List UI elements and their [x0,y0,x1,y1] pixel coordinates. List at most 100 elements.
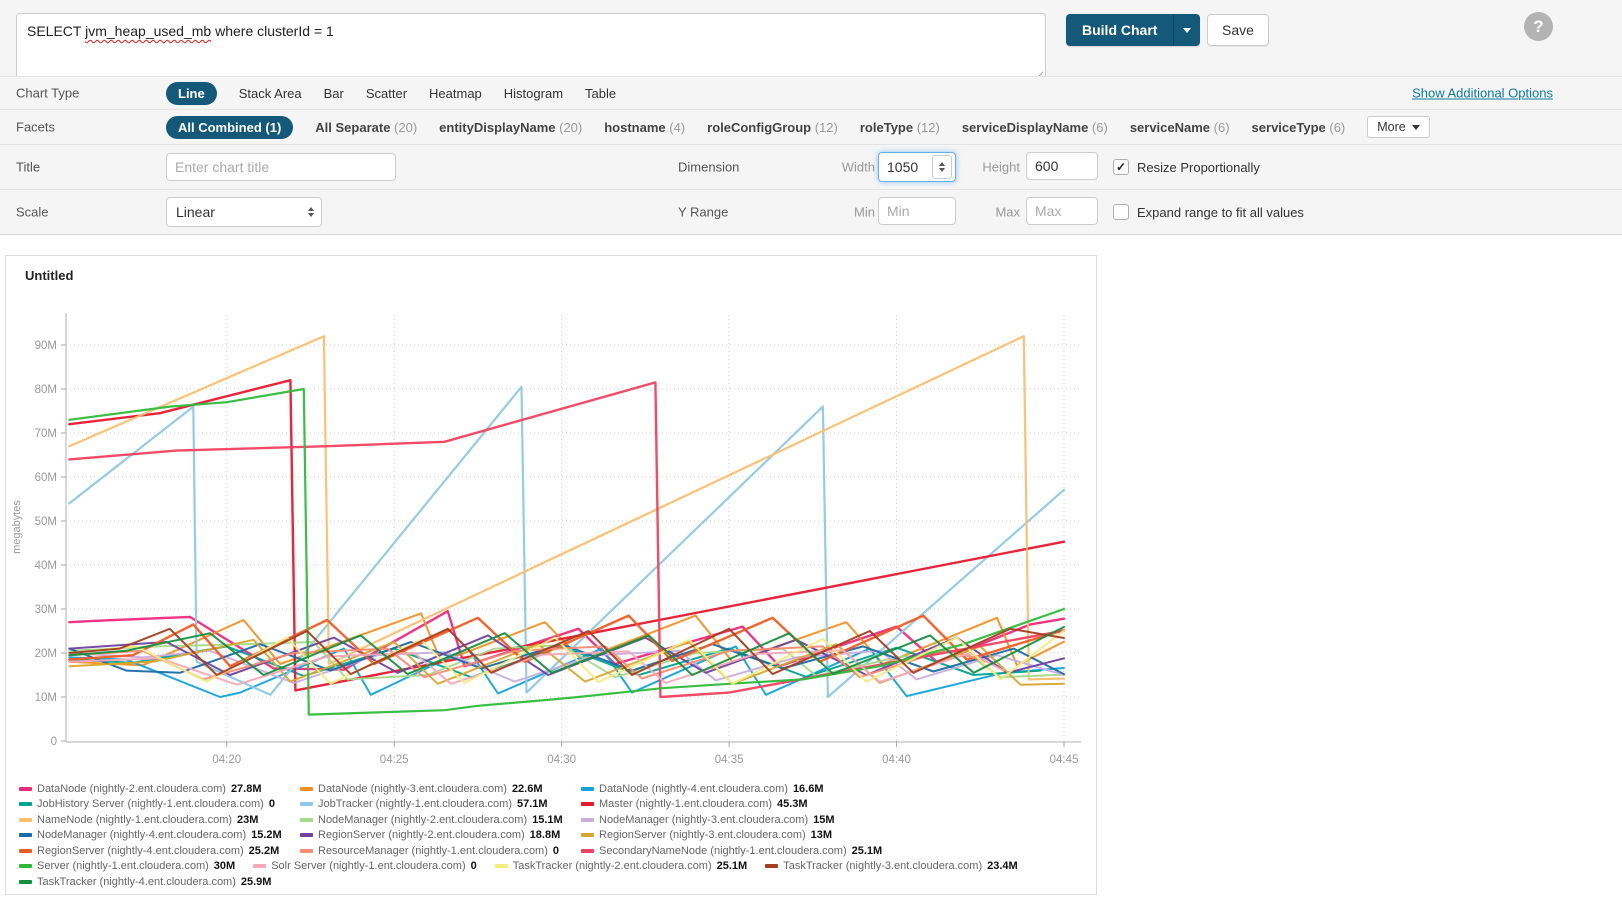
legend-item-datanode-nightly-3-ent-cloudera-com[interactable]: DataNode (nightly-3.ent.cloudera.com)22.… [300,783,581,795]
legend-item-tasktracker-nightly-4-ent-cloudera-com[interactable]: TaskTracker (nightly-4.ent.cloudera.com)… [19,876,300,888]
chart-builder-panel: SELECT jvm_heap_used_mb where clusterId … [0,0,1622,235]
width-stepper[interactable] [932,155,952,179]
min-label: Min [790,205,875,220]
legend-series-name: NodeManager (nightly-4.ent.cloudera.com) [37,829,246,841]
width-input[interactable]: 1050 [878,152,956,182]
legend-swatch-icon [581,849,594,853]
legend-item-jobhistory-server-nightly-1-ent-cloudera-com[interactable]: JobHistory Server (nightly-1.ent.clouder… [19,798,300,810]
y-tick-label: 30M [35,604,57,616]
chart-type-label: Chart Type [16,86,79,101]
facet-roleconfiggroup[interactable]: roleConfigGroup (12) [707,120,838,135]
chart-type-table[interactable]: Table [585,86,616,101]
height-input [1026,152,1098,180]
legend-item-server-nightly-1-ent-cloudera-com[interactable]: Server (nightly-1.ent.cloudera.com)30M [19,860,235,872]
resize-proportionally-checkbox[interactable] [1113,159,1129,175]
build-chart-button[interactable]: Build Chart [1066,14,1173,46]
facet-hostname[interactable]: hostname (4) [604,120,685,135]
legend-item-datanode-nightly-4-ent-cloudera-com[interactable]: DataNode (nightly-4.ent.cloudera.com)16.… [581,783,862,795]
chart-type-heatmap[interactable]: Heatmap [429,86,482,101]
legend-item-regionserver-nightly-4-ent-cloudera-com[interactable]: RegionServer (nightly-4.ent.cloudera.com… [19,845,300,857]
legend-series-value: 15.1M [532,814,563,826]
legend-swatch-icon [19,833,32,837]
chart-type-stack-area[interactable]: Stack Area [239,86,302,101]
chart-type-row: Chart Type Line Stack Area Bar Scatter Heatm… [0,76,1622,109]
legend-series-value: 25.2M [249,845,280,857]
chart-type-bar[interactable]: Bar [324,86,344,101]
y-min-input[interactable] [878,197,956,225]
legend-row: JobHistory Server (nightly-1.ent.clouder… [19,797,1096,813]
query-input[interactable]: SELECT jvm_heap_used_mb where clusterId … [16,13,1046,81]
facet-all-separate[interactable]: All Separate (20) [315,120,417,135]
legend-series-value: 16.6M [793,783,824,795]
legend-series-name: Solr Server (nightly-1.ent.cloudera.com) [271,860,465,872]
facets-row: Facets All Combined (1)All Separate (20)… [0,109,1622,144]
chart-type-line[interactable]: Line [166,82,217,105]
legend-series-name: RegionServer (nightly-4.ent.cloudera.com… [37,845,244,857]
legend-series-value: 25.1M [717,860,748,872]
legend-item-nodemanager-nightly-4-ent-cloudera-com[interactable]: NodeManager (nightly-4.ent.cloudera.com)… [19,829,300,841]
facet-roletype[interactable]: roleType (12) [860,120,940,135]
legend-swatch-icon [581,833,594,837]
legend-swatch-icon [581,818,594,822]
legend-item-secondarynamenode-nightly-1-ent-cloudera-com[interactable]: SecondaryNameNode (nightly-1.ent.clouder… [581,845,862,857]
facet-entitydisplayname[interactable]: entityDisplayName (20) [439,120,582,135]
legend-item-nodemanager-nightly-2-ent-cloudera-com[interactable]: NodeManager (nightly-2.ent.cloudera.com)… [300,814,581,826]
legend-item-namenode-nightly-1-ent-cloudera-com[interactable]: NameNode (nightly-1.ent.cloudera.com)23M [19,814,300,826]
legend-item-regionserver-nightly-2-ent-cloudera-com[interactable]: RegionServer (nightly-2.ent.cloudera.com… [300,829,581,841]
legend-swatch-icon [300,833,313,837]
chart-plot[interactable]: 010M20M30M40M50M60M70M80M90M04:2004:2504… [6,283,1096,775]
legend-swatch-icon [19,880,32,884]
legend-item-master-nightly-1-ent-cloudera-com[interactable]: Master (nightly-1.ent.cloudera.com)45.3M [581,798,862,810]
chart-type-histogram[interactable]: Histogram [504,86,563,101]
expand-range-checkbox[interactable] [1113,204,1129,220]
y-max-input[interactable] [1026,197,1098,225]
legend-item-solr-server-nightly-1-ent-cloudera-com[interactable]: Solr Server (nightly-1.ent.cloudera.com)… [253,860,477,872]
legend-series-value: 0 [269,798,275,810]
facet-servicename[interactable]: serviceName (6) [1130,120,1230,135]
build-chart-menu-button[interactable] [1173,14,1200,46]
legend-swatch-icon [253,864,266,868]
legend-series-name: TaskTracker (nightly-2.ent.cloudera.com) [513,860,712,872]
y-tick-label: 20M [35,648,57,660]
chart-title: Untitled [6,256,1096,283]
resize-proportionally-label: Resize Proportionally [1137,160,1260,175]
legend-swatch-icon [495,864,508,868]
legend-series-value: 27.8M [231,783,262,795]
show-additional-options-link[interactable]: Show Additional Options [1412,86,1553,101]
facet-servicedisplayname[interactable]: serviceDisplayName (6) [962,120,1108,135]
save-button[interactable]: Save [1207,14,1269,46]
legend-row: NodeManager (nightly-4.ent.cloudera.com)… [19,828,1096,844]
query-row: SELECT jvm_heap_used_mb where clusterId … [0,0,1622,76]
y-tick-label: 70M [35,428,57,440]
scale-yrange-row: Scale Linear Y Range Min Max Expand rang… [0,189,1622,234]
chart-type-scatter[interactable]: Scatter [366,86,407,101]
legend-series-name: NameNode (nightly-1.ent.cloudera.com) [37,814,232,826]
legend-item-datanode-nightly-2-ent-cloudera-com[interactable]: DataNode (nightly-2.ent.cloudera.com)27.… [19,783,300,795]
query-text-suffix: where clusterId = 1 [211,23,334,39]
facets-more-button[interactable]: More [1367,116,1429,138]
resize-proportionally-group: Resize Proportionally [1113,159,1260,175]
legend-item-nodemanager-nightly-3-ent-cloudera-com[interactable]: NodeManager (nightly-3.ent.cloudera.com)… [581,814,862,826]
y-tick-label: 50M [35,516,57,528]
legend-item-jobtracker-nightly-1-ent-cloudera-com[interactable]: JobTracker (nightly-1.ent.cloudera.com)5… [300,798,581,810]
help-icon[interactable]: ? [1524,12,1553,41]
legend-swatch-icon [581,787,594,791]
legend-item-tasktracker-nightly-2-ent-cloudera-com[interactable]: TaskTracker (nightly-2.ent.cloudera.com)… [495,860,747,872]
legend-series-value: 15M [813,814,834,826]
facet-servicetype[interactable]: serviceType (6) [1252,120,1346,135]
legend-item-resourcemanager-nightly-1-ent-cloudera-com[interactable]: ResourceManager (nightly-1.ent.cloudera.… [300,845,581,857]
height-label: Height [960,160,1020,175]
series-namenode-nightly-1-ent-cloudera-com[interactable] [69,336,1064,679]
query-metric-term: jvm_heap_used_mb [85,23,211,39]
legend-series-value: 13M [811,829,832,841]
legend-swatch-icon [765,864,778,868]
legend-series-value: 57.1M [517,798,548,810]
legend-item-tasktracker-nightly-3-ent-cloudera-com[interactable]: TaskTracker (nightly-3.ent.cloudera.com)… [765,860,1017,872]
chart-title-input[interactable] [166,153,396,181]
max-label: Max [960,205,1020,220]
scale-select[interactable]: Linear [166,197,322,227]
legend-item-regionserver-nightly-3-ent-cloudera-com[interactable]: RegionServer (nightly-3.ent.cloudera.com… [581,829,862,841]
facet-all-combined[interactable]: All Combined (1) [166,116,293,139]
legend-series-name: NodeManager (nightly-2.ent.cloudera.com) [318,814,527,826]
legend-series-name: Master (nightly-1.ent.cloudera.com) [599,798,772,810]
